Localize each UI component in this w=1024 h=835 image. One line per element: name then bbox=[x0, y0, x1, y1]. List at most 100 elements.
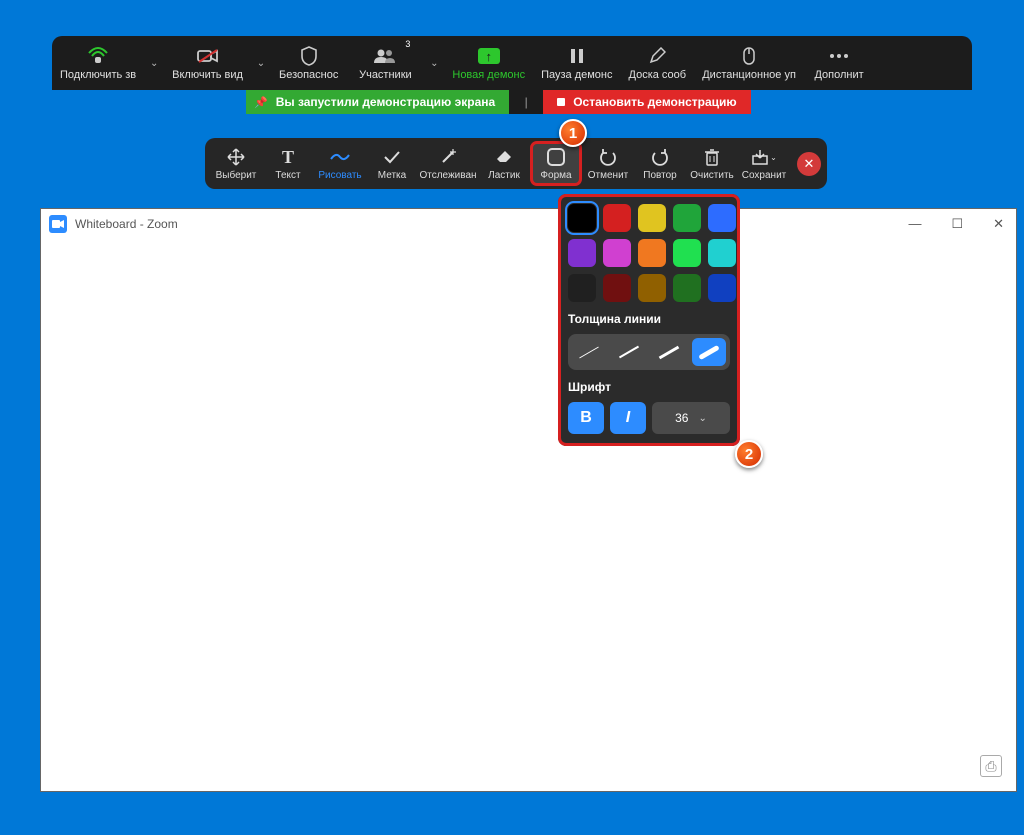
close-button[interactable]: ✕ bbox=[989, 212, 1008, 236]
color-swatch[interactable] bbox=[568, 274, 596, 302]
bold-button[interactable]: B bbox=[568, 402, 604, 434]
security-button[interactable]: Безопаснос bbox=[271, 36, 346, 90]
color-swatch[interactable] bbox=[673, 204, 701, 232]
select-tool[interactable]: Выберит bbox=[211, 142, 261, 185]
minimize-button[interactable]: — bbox=[904, 212, 925, 236]
chevron-down-icon: ⌄ bbox=[698, 413, 706, 424]
share-icon: ↑ bbox=[478, 45, 500, 67]
whiteboard-button[interactable]: Доска сооб bbox=[621, 36, 695, 90]
redo-icon bbox=[651, 146, 669, 168]
color-swatch[interactable] bbox=[708, 239, 736, 267]
eraser-tool[interactable]: Ластик bbox=[479, 142, 529, 185]
video-caret[interactable]: ⌄ bbox=[251, 36, 271, 90]
meeting-controls: Подключить зв ⌄ Включить вид ⌄ Безопасно… bbox=[52, 36, 972, 90]
thickness-label: Толщина линии bbox=[568, 312, 730, 326]
color-swatch[interactable] bbox=[673, 274, 701, 302]
security-label: Безопаснос bbox=[279, 69, 338, 81]
annotation-toolbar: Выберит T Текст Рисовать Метка Отслежива… bbox=[205, 138, 827, 189]
pause-share-button[interactable]: Пауза демонс bbox=[533, 36, 620, 90]
save-icon: ⌄ bbox=[751, 146, 777, 168]
share-status-bar: 📌 Вы запустили демонстрацию экрана | Ост… bbox=[246, 90, 751, 114]
share-started: 📌 Вы запустили демонстрацию экрана bbox=[246, 90, 509, 114]
audio-caret[interactable]: ⌄ bbox=[144, 36, 164, 90]
thickness-2[interactable] bbox=[612, 338, 646, 366]
add-page-button[interactable]: ⎙ bbox=[980, 755, 1002, 777]
whiteboard-canvas[interactable]: ⎙ bbox=[41, 239, 1016, 791]
audio-button[interactable]: Подключить зв bbox=[52, 36, 144, 90]
new-share-label: Новая демонс bbox=[452, 69, 525, 81]
undo-icon bbox=[599, 146, 617, 168]
participants-count: 3 bbox=[405, 39, 410, 49]
shield-icon bbox=[300, 45, 318, 67]
whiteboard-window: Whiteboard - Zoom — ☐ ✕ ⎙ bbox=[40, 208, 1017, 792]
pause-icon bbox=[569, 45, 585, 67]
color-swatch[interactable] bbox=[603, 204, 631, 232]
color-grid bbox=[568, 204, 730, 302]
stop-icon bbox=[557, 98, 565, 106]
audio-label: Подключить зв bbox=[60, 69, 136, 81]
stop-share-label: Остановить демонстрацию bbox=[573, 95, 736, 109]
wand-icon bbox=[439, 146, 457, 168]
color-swatch[interactable] bbox=[568, 239, 596, 267]
marker-2: 2 bbox=[735, 440, 763, 468]
color-swatch[interactable] bbox=[638, 274, 666, 302]
draw-icon bbox=[330, 146, 350, 168]
stop-share-button[interactable]: Остановить демонстрацию bbox=[543, 90, 750, 114]
mouse-icon bbox=[742, 45, 756, 67]
font-label: Шрифт bbox=[568, 380, 730, 394]
clear-tool[interactable]: Очистить bbox=[687, 142, 737, 185]
pause-share-label: Пауза демонс bbox=[541, 69, 612, 81]
draw-tool[interactable]: Рисовать bbox=[315, 142, 365, 185]
redo-tool[interactable]: Повтор bbox=[635, 142, 685, 185]
close-annotation-button[interactable]: ✕ bbox=[797, 152, 821, 176]
more-label: Дополнит bbox=[814, 69, 863, 81]
font-size-select[interactable]: 36 ⌄ bbox=[652, 402, 730, 434]
participants-caret[interactable]: ⌄ bbox=[424, 36, 444, 90]
spotlight-tool[interactable]: Отслеживан bbox=[419, 142, 477, 185]
color-swatch[interactable] bbox=[568, 204, 596, 232]
whiteboard-label: Доска сооб bbox=[629, 69, 687, 81]
thickness-4[interactable] bbox=[692, 338, 726, 366]
video-label: Включить вид bbox=[172, 69, 243, 81]
format-popup: Толщина линии Шрифт B I 36 ⌄ bbox=[558, 194, 740, 446]
pin-icon: 📌 bbox=[254, 96, 268, 109]
share-started-label: Вы запустили демонстрацию экрана bbox=[276, 95, 496, 109]
more-icon bbox=[829, 45, 849, 67]
participants-label: Участники bbox=[359, 69, 412, 81]
stamp-tool[interactable]: Метка bbox=[367, 142, 417, 185]
text-icon: T bbox=[282, 146, 294, 168]
close-icon: ✕ bbox=[804, 156, 815, 172]
participants-icon bbox=[373, 45, 397, 67]
participants-button[interactable]: 3 Участники bbox=[346, 36, 424, 90]
thickness-1[interactable] bbox=[572, 338, 606, 366]
italic-button[interactable]: I bbox=[610, 402, 646, 434]
eraser-icon bbox=[495, 146, 513, 168]
thickness-row bbox=[568, 334, 730, 370]
color-swatch[interactable] bbox=[638, 239, 666, 267]
save-tool[interactable]: ⌄ Сохранит bbox=[739, 142, 789, 185]
trash-icon bbox=[704, 146, 720, 168]
move-icon bbox=[227, 146, 245, 168]
color-swatch[interactable] bbox=[638, 204, 666, 232]
video-button[interactable]: Включить вид bbox=[164, 36, 251, 90]
window-titlebar[interactable]: Whiteboard - Zoom — ☐ ✕ bbox=[41, 209, 1016, 239]
new-share-button[interactable]: ↑ Новая демонс bbox=[444, 36, 533, 90]
more-button[interactable]: Дополнит bbox=[804, 36, 874, 90]
window-title: Whiteboard - Zoom bbox=[75, 217, 178, 231]
remote-label: Дистанционное уп bbox=[702, 69, 796, 81]
color-swatch[interactable] bbox=[708, 204, 736, 232]
remote-control-button[interactable]: Дистанционное уп bbox=[694, 36, 804, 90]
pencil-icon bbox=[648, 45, 666, 67]
color-swatch[interactable] bbox=[603, 274, 631, 302]
font-size-value: 36 bbox=[675, 411, 688, 425]
format-tool[interactable]: Форма bbox=[531, 142, 581, 185]
color-swatch[interactable] bbox=[603, 239, 631, 267]
thickness-3[interactable] bbox=[652, 338, 686, 366]
format-icon bbox=[547, 146, 565, 168]
marker-1: 1 bbox=[559, 119, 587, 147]
text-tool[interactable]: T Текст bbox=[263, 142, 313, 185]
color-swatch[interactable] bbox=[708, 274, 736, 302]
maximize-button[interactable]: ☐ bbox=[947, 212, 967, 236]
color-swatch[interactable] bbox=[673, 239, 701, 267]
undo-tool[interactable]: Отменит bbox=[583, 142, 633, 185]
